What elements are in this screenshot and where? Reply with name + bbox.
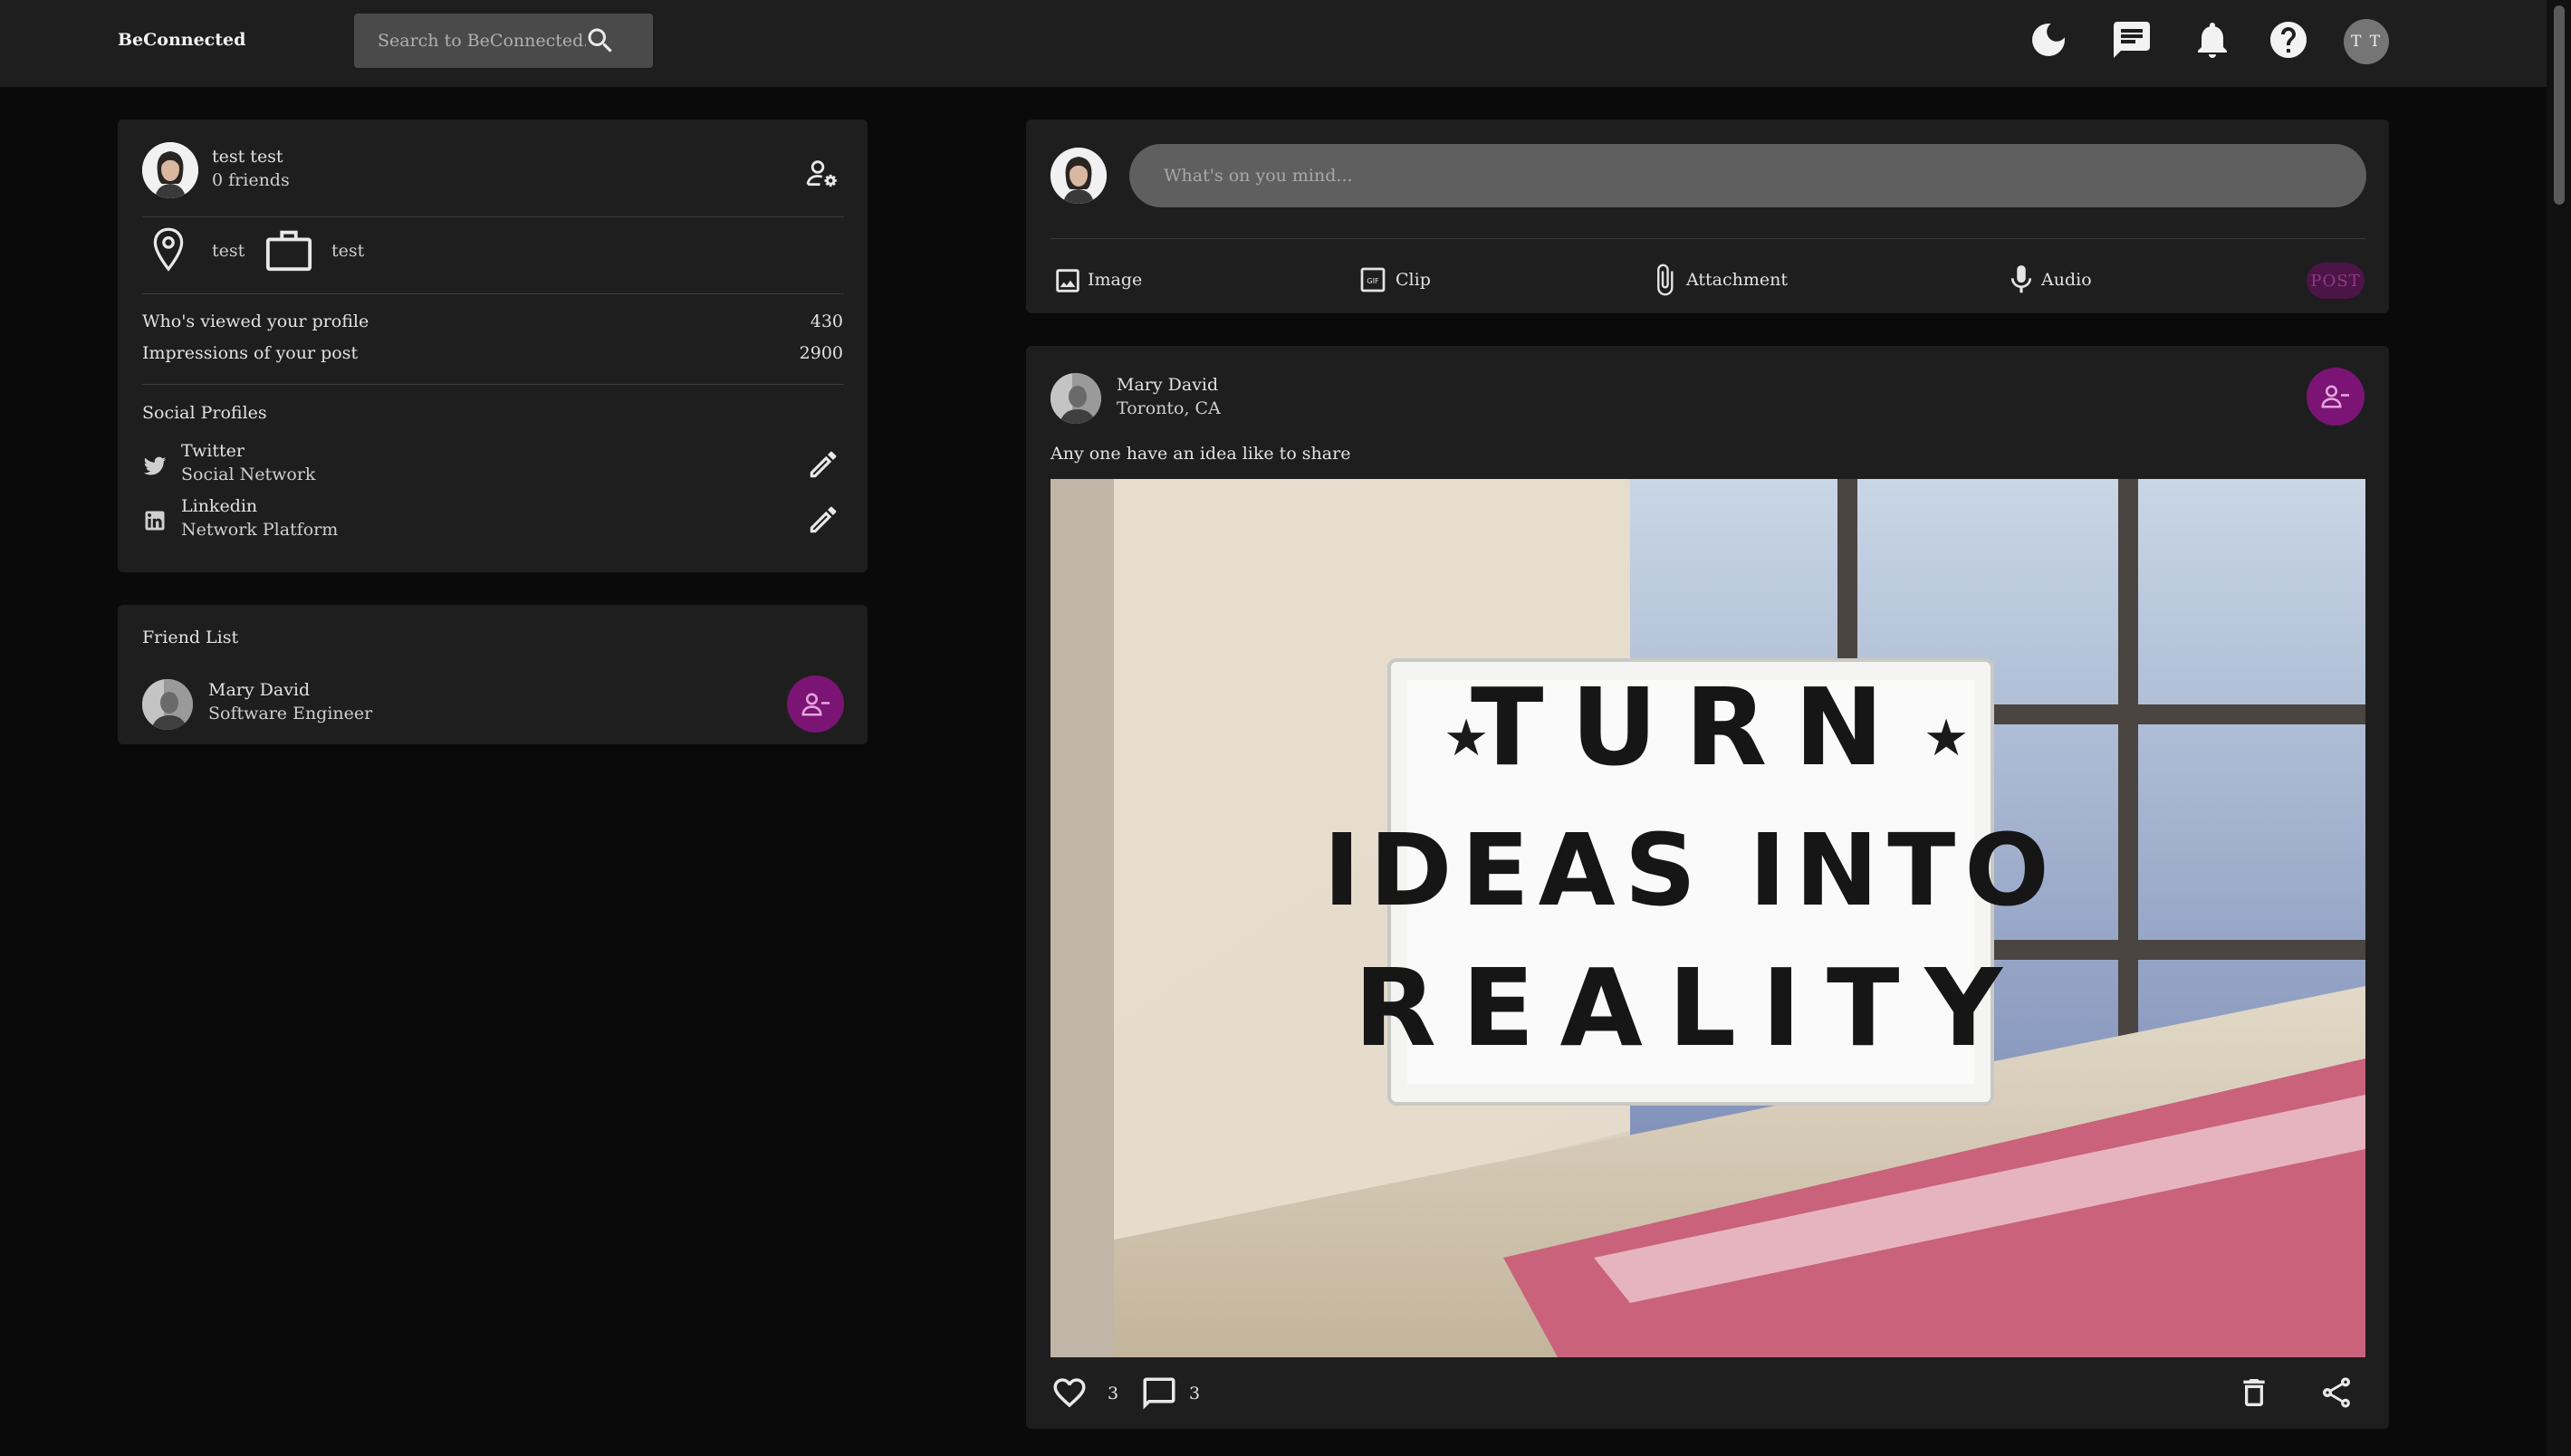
divider [142, 293, 844, 294]
friend-list-title: Friend List [142, 627, 239, 647]
edit-pencil-icon[interactable] [806, 503, 840, 537]
divider [142, 384, 844, 385]
comment-icon[interactable] [1140, 1375, 1178, 1413]
divider [142, 216, 844, 217]
help-icon[interactable] [2267, 18, 2310, 62]
search-icon[interactable] [584, 24, 617, 57]
friend-role: Software Engineer [208, 704, 373, 723]
microphone-icon[interactable] [2004, 263, 2039, 297]
top-navbar: BeConnected T T [0, 0, 2547, 87]
comment-count: 3 [1189, 1384, 1201, 1403]
search-box [354, 14, 653, 68]
dark-mode-moon-icon[interactable] [2027, 18, 2070, 62]
remove-friend-button[interactable] [2307, 368, 2365, 426]
profile-location: test [212, 241, 245, 261]
friend-avatar[interactable] [142, 679, 193, 730]
trash-icon[interactable] [2236, 1375, 2272, 1411]
author-portrait-icon [1050, 373, 1101, 424]
post-image[interactable]: ★ ★ TURN IDEAS INTO REALITY [1050, 479, 2365, 1357]
profile-avatar[interactable] [142, 142, 198, 198]
friend-list-card: Friend List Mary David Software Engineer [118, 605, 868, 744]
edit-pencil-icon[interactable] [806, 447, 840, 482]
social-twitter-name[interactable]: Twitter [181, 441, 245, 461]
composer-action-image[interactable]: Image [1088, 270, 1142, 290]
svg-text:GIF: GIF [1367, 276, 1379, 285]
messages-icon[interactable] [2110, 18, 2154, 62]
user-avatar[interactable]: T T [2344, 19, 2389, 64]
notifications-bell-icon[interactable] [2191, 18, 2234, 62]
profile-name[interactable]: test test [212, 147, 283, 167]
post-card: Mary David Toronto, CA Any one have an i… [1026, 346, 2389, 1429]
sign-line-3: REALITY [1354, 945, 2028, 1070]
sign-line-1: TURN [1471, 665, 1911, 790]
gif-icon[interactable]: GIF [1357, 263, 1389, 296]
composer-action-attachment[interactable]: Attachment [1686, 270, 1788, 290]
remove-friend-button[interactable] [787, 675, 844, 733]
sign-line-2: IDEAS INTO [1323, 812, 2058, 928]
paperclip-icon[interactable] [1647, 263, 1682, 297]
briefcase-icon [265, 230, 312, 272]
lightbox-sign-photo: ★ ★ TURN IDEAS INTO REALITY [1050, 479, 2365, 1357]
profile-occupation: test [331, 241, 365, 261]
woman-portrait-icon [1050, 148, 1107, 204]
profile-views-label: Who's viewed your profile [142, 311, 369, 331]
profile-card: test test 0 friends test test Who's view… [118, 120, 868, 572]
social-profiles-title: Social Profiles [142, 403, 267, 423]
post-author-avatar[interactable] [1050, 373, 1101, 424]
linkedin-icon [145, 511, 165, 531]
location-pin-icon [153, 227, 184, 272]
share-icon[interactable] [2318, 1375, 2355, 1411]
search-input[interactable] [378, 29, 586, 53]
svg-text:★: ★ [1923, 709, 1969, 768]
social-twitter-desc: Social Network [181, 465, 316, 484]
woman-portrait-icon [142, 142, 198, 198]
post-text: Any one have an idea like to share [1050, 444, 1351, 464]
heart-icon[interactable] [1050, 1374, 1089, 1412]
composer-action-audio[interactable]: Audio [2041, 270, 2092, 290]
page-scrollbar[interactable] [2547, 0, 2571, 1456]
post-submit-button[interactable]: POST [2307, 263, 2365, 299]
post-composer-input[interactable] [1129, 144, 2366, 207]
image-icon[interactable] [1052, 265, 1083, 296]
post-impressions-value: 2900 [799, 343, 843, 363]
manage-accounts-icon[interactable] [804, 156, 840, 192]
social-linkedin-name[interactable]: Linkedin [181, 496, 257, 516]
composer-action-clip[interactable]: Clip [1396, 270, 1431, 290]
profile-views-value: 430 [810, 311, 843, 331]
person-remove-icon [2321, 385, 2349, 408]
person-remove-icon [801, 692, 830, 716]
divider [1050, 238, 2365, 239]
friend-name[interactable]: Mary David [208, 680, 310, 700]
post-composer-card: Image GIF Clip Attachment Audio POST [1026, 120, 2389, 313]
composer-avatar[interactable] [1050, 148, 1107, 204]
scrollbar-thumb[interactable] [2554, 5, 2565, 205]
friend-portrait-icon [142, 679, 193, 730]
like-count: 3 [1108, 1384, 1119, 1403]
twitter-icon [143, 456, 167, 475]
brand-logo[interactable]: BeConnected [118, 30, 245, 50]
post-author-name[interactable]: Mary David [1117, 375, 1218, 395]
post-author-location: Toronto, CA [1117, 398, 1221, 418]
post-impressions-label: Impressions of your post [142, 343, 359, 363]
social-linkedin-desc: Network Platform [181, 520, 339, 540]
profile-friend-count: 0 friends [212, 170, 290, 190]
